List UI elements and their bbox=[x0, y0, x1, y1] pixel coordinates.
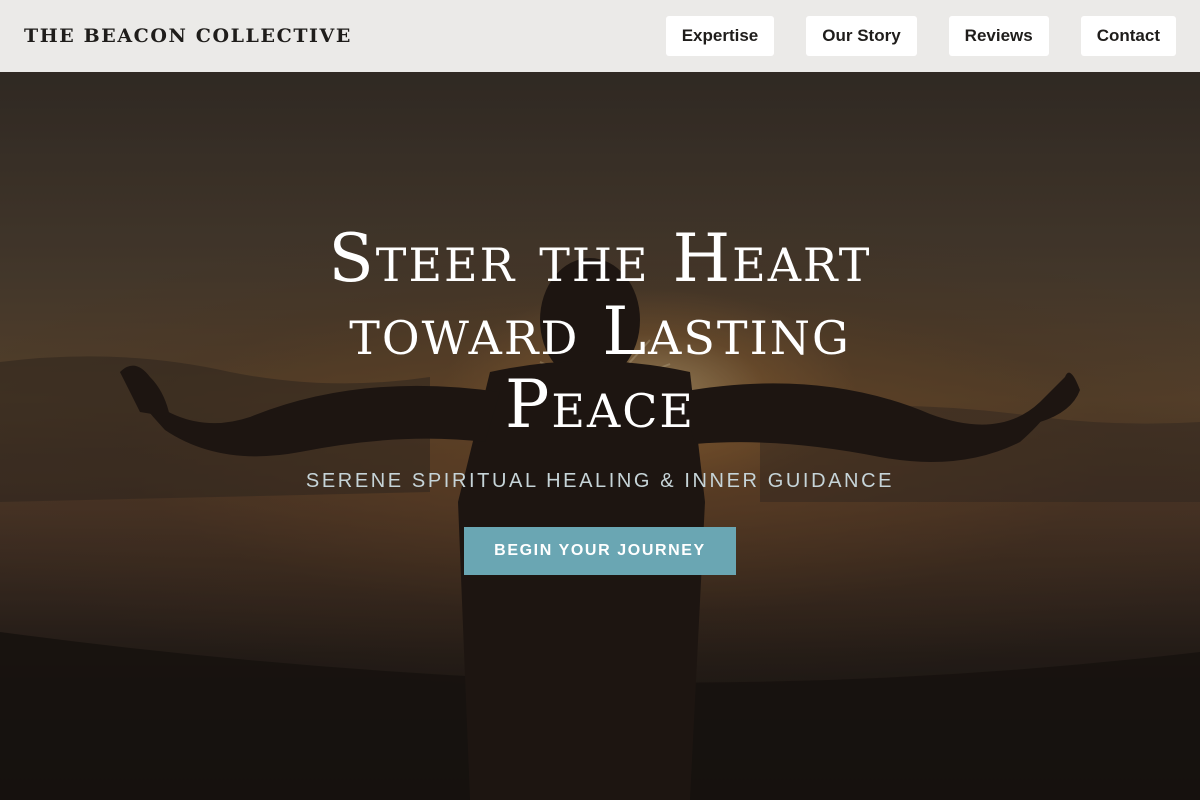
main-nav: Expertise Our Story Reviews Contact bbox=[665, 16, 1176, 56]
hero-content: Steer the Heart toward Lasting Peace Ser… bbox=[0, 72, 1200, 800]
hero-subheadline: Serene Spiritual Healing & Inner Guidanc… bbox=[305, 470, 895, 492]
nav-reviews-button[interactable]: Reviews bbox=[948, 16, 1049, 56]
site-header: THE BEACON COLLECTIVE Expertise Our Stor… bbox=[0, 0, 1200, 72]
nav-our-story-button[interactable]: Our Story bbox=[806, 16, 917, 56]
begin-journey-button[interactable]: Begin Your Journey bbox=[464, 527, 736, 575]
brand-logo[interactable]: THE BEACON COLLECTIVE bbox=[24, 25, 352, 47]
hero-headline: Steer the Heart toward Lasting Peace bbox=[328, 220, 872, 443]
nav-expertise-button[interactable]: Expertise bbox=[665, 16, 775, 56]
nav-contact-button[interactable]: Contact bbox=[1080, 16, 1176, 56]
hero-section: Steer the Heart toward Lasting Peace Ser… bbox=[0, 72, 1200, 800]
